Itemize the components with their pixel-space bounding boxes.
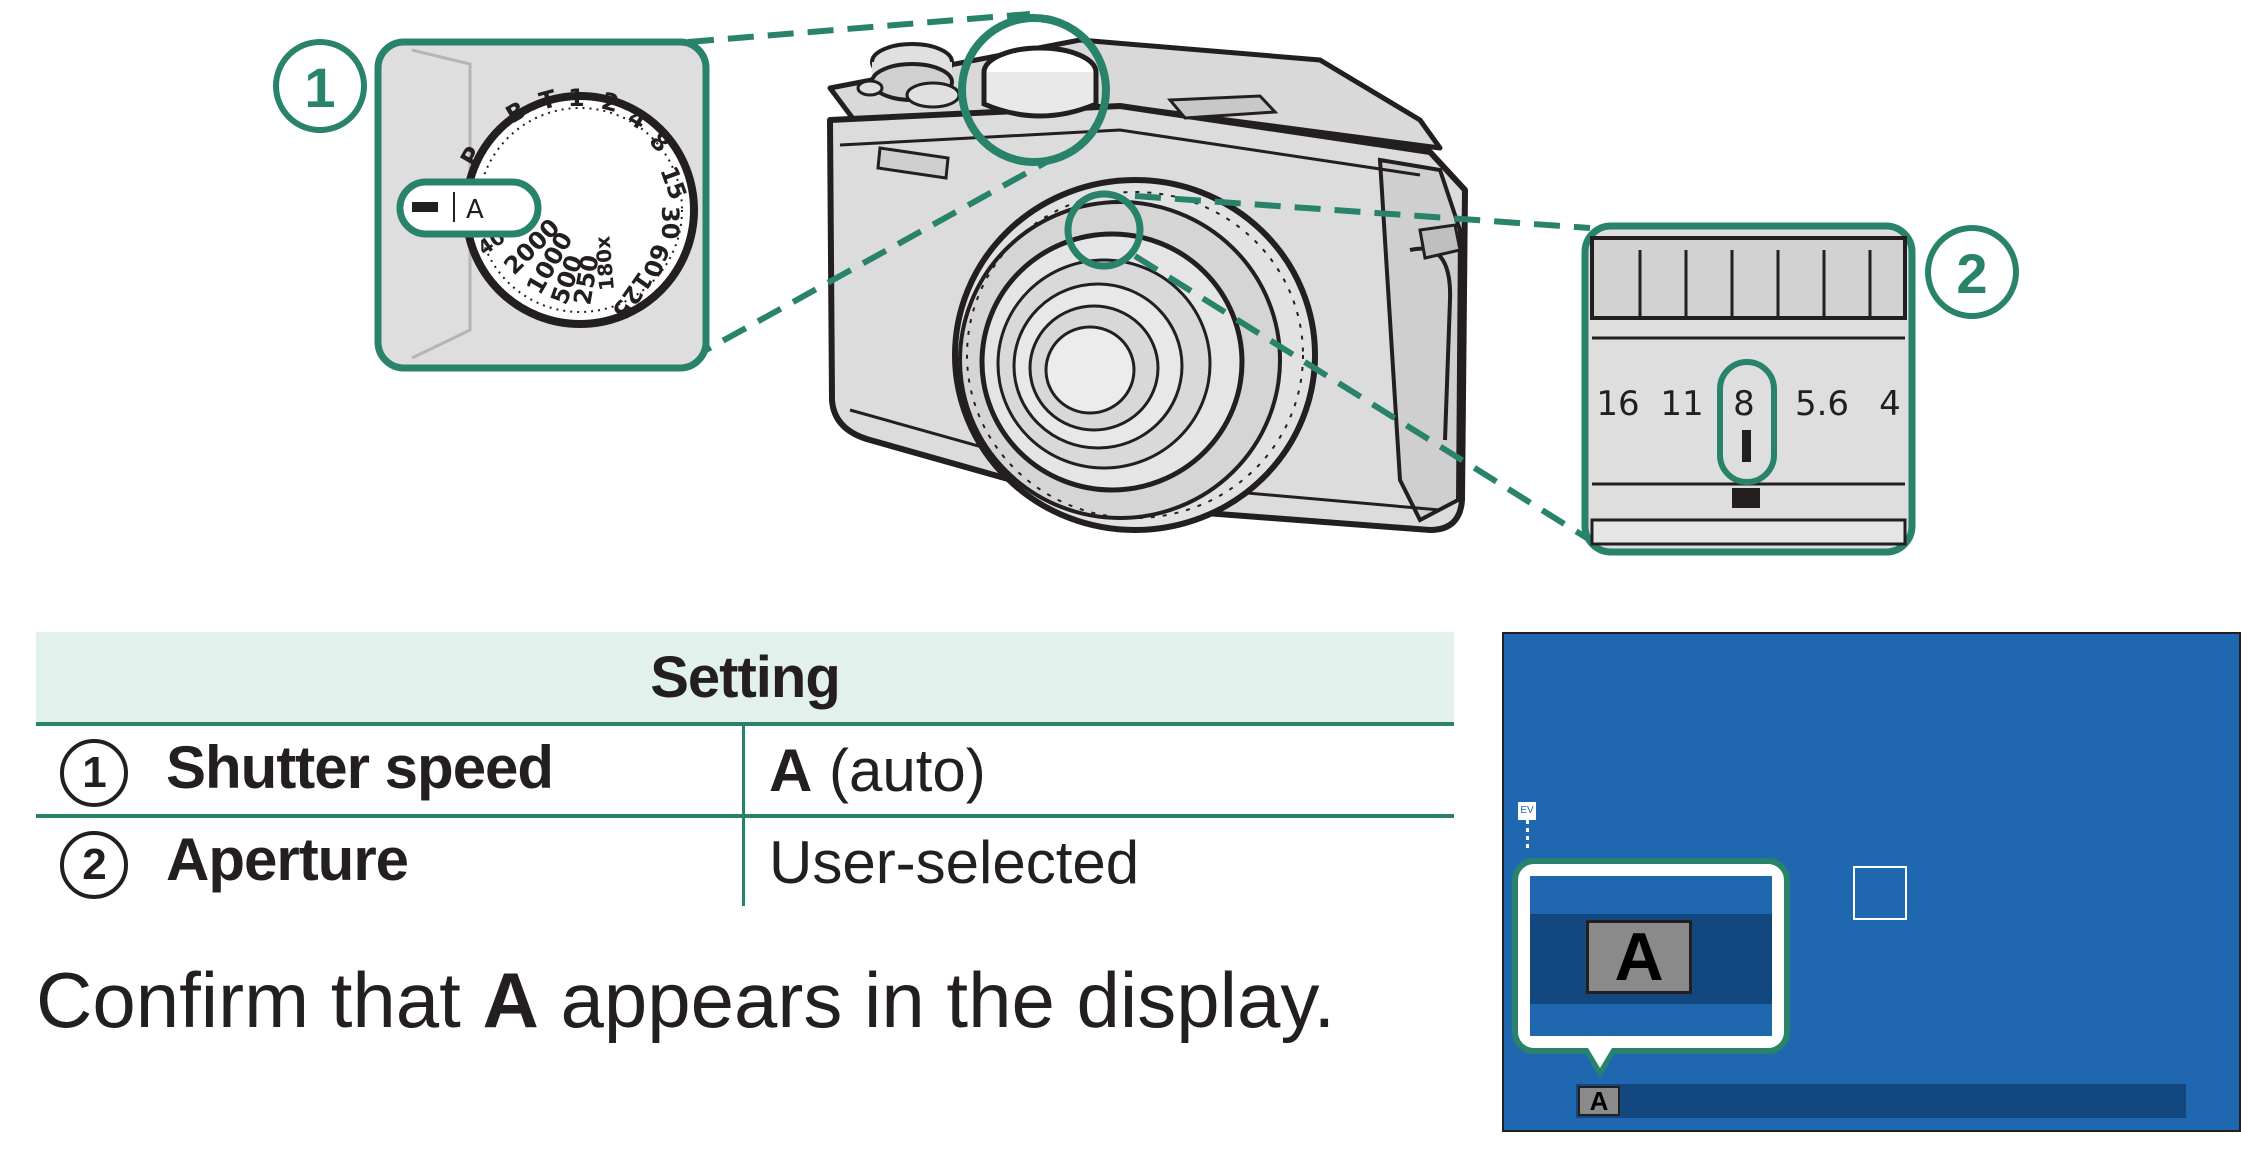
- callout-2-badge: 2: [1925, 225, 2019, 319]
- shutter-dial-selected-label: A: [466, 195, 484, 225]
- lcd-zoom-callout: A: [1512, 858, 1790, 1054]
- callout-pointer-inner: [1588, 1048, 1612, 1068]
- ev-scale-ticks: [1526, 820, 1529, 848]
- shooting-mode-indicator-enlarged: A: [1586, 920, 1692, 994]
- setting-name-cell: 2 Aperture: [36, 816, 744, 906]
- svg-text:1: 1: [304, 56, 335, 119]
- svg-text:11: 11: [1660, 384, 1703, 424]
- camera-lcd-display: EV A A: [1502, 632, 2241, 1132]
- svg-text:16: 16: [1596, 384, 1639, 424]
- svg-text:2: 2: [1956, 242, 1987, 305]
- instruction-text-before: Confirm that: [36, 956, 483, 1044]
- lcd-status-bar: [1576, 1084, 2186, 1118]
- instruction-text: Confirm that A appears in the display.: [36, 955, 1335, 1046]
- settings-table-header: Setting: [36, 632, 1454, 726]
- shooting-mode-indicator: A: [1578, 1086, 1620, 1116]
- settings-table: Setting 1 Shutter speed A (auto) 2 Apertur…: [36, 632, 1454, 906]
- settings-table-header-row: Setting: [36, 632, 1454, 726]
- callout-2-aperture-ring: 16 11 8 5.6 4: [1581, 222, 1916, 556]
- svg-text:5.6: 5.6: [1795, 384, 1849, 424]
- svg-text:8: 8: [1733, 384, 1755, 424]
- instruction-text-mode: A: [482, 956, 539, 1044]
- setting-name: Aperture: [166, 826, 409, 894]
- shutter-dial-index-mark: [412, 202, 438, 212]
- row-number-badge: 1: [60, 738, 128, 807]
- callout-1-badge: 1: [273, 39, 367, 133]
- aperture-index-mark: [1732, 488, 1760, 508]
- setting-value: User-selected: [769, 828, 1140, 896]
- svg-text:4: 4: [1879, 384, 1901, 424]
- row-number-badge: 2: [60, 830, 128, 899]
- svg-text:1: 1: [568, 84, 585, 112]
- table-row: 2 Aperture User-selected: [36, 816, 1454, 906]
- setting-value-cell: A (auto): [742, 724, 1454, 818]
- ev-icon: EV: [1518, 802, 1536, 820]
- setting-value-bold: A: [769, 736, 813, 804]
- setting-name-cell: 1 Shutter speed: [36, 724, 744, 818]
- callout-1-shutter-dial: P B T 1 2 4 8 15 30 60 125 180x 250 500 …: [374, 38, 710, 372]
- instruction-text-after: appears in the display.: [538, 956, 1336, 1044]
- table-row: 1 Shutter speed A (auto): [36, 724, 1454, 818]
- setting-value: (auto): [812, 736, 986, 804]
- setting-value-cell: User-selected: [742, 816, 1454, 906]
- lens: [952, 177, 1318, 533]
- setting-name: Shutter speed: [166, 734, 554, 802]
- svg-text:30: 30: [656, 206, 684, 239]
- exposure-compensation-indicator: EV: [1518, 802, 1538, 848]
- focus-frame-icon: [1853, 866, 1907, 920]
